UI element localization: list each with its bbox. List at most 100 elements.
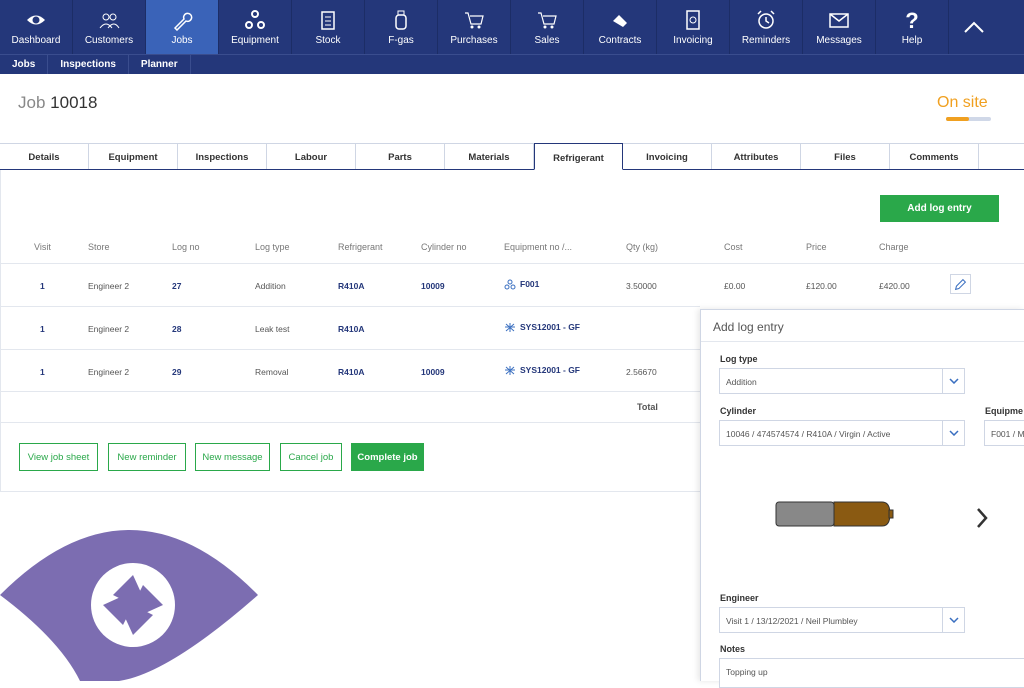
nav-help[interactable]: ? Help [876,0,949,54]
table-row[interactable]: 1 Engineer 2 27 Addition R410A 10009 F001 3.500… [0,263,1024,306]
nav-reminders[interactable]: Reminders [730,0,803,54]
column-header[interactable]: Charge [879,242,909,252]
nav-label: Reminders [741,35,791,46]
nav-purchases[interactable]: Purchases [438,0,511,54]
cylinder-select[interactable]: 10046 / 474574574 / R410A / Virgin / Act… [719,420,965,446]
pencil-icon [954,278,967,290]
tab-labour[interactable]: Labour [267,144,356,169]
cell-store: Engineer 2 [88,324,130,334]
tab-inspections[interactable]: Inspections [178,144,267,169]
cell-log-no[interactable]: 27 [172,281,181,291]
column-header[interactable]: Visit [34,242,51,252]
nav-sales[interactable]: Sales [511,0,584,54]
collapse-nav-button[interactable] [949,0,999,54]
nav-dashboard[interactable]: Dashboard [0,0,73,54]
nav-label: F-gas [388,35,414,46]
nav-jobs[interactable]: Jobs [146,0,219,54]
view-job-sheet-button[interactable]: View job sheet [19,443,98,471]
tab-files[interactable]: Files [801,144,890,169]
cell-cylinder[interactable]: 10009 [421,281,445,291]
nav-fgas[interactable]: F-gas [365,0,438,54]
subnav-jobs[interactable]: Jobs [0,55,49,74]
cell-log-no[interactable]: 29 [172,367,181,377]
nav-label: Purchases [450,35,498,46]
nav-contracts[interactable]: Contracts [584,0,657,54]
table-row[interactable]: 1 Engineer 2 28 Leak test R410A SYS12001 - GF [0,306,700,349]
new-reminder-button[interactable]: New reminder [108,443,186,471]
cell-refrigerant[interactable]: R410A [338,367,364,377]
tab-invoicing[interactable]: Invoicing [623,144,712,169]
cell-equipment[interactable]: F001 [504,279,539,290]
tab-details[interactable]: Details [0,144,89,169]
subnav-planner[interactable]: Planner [129,55,191,74]
chevron-right-icon[interactable] [975,507,989,529]
notes-label: Notes [720,644,746,654]
cell-visit[interactable]: 1 [40,367,45,377]
cancel-job-button[interactable]: Cancel job [280,443,342,471]
cell-refrigerant[interactable]: R410A [338,281,364,291]
envelope-icon [829,13,849,28]
cell-equipment[interactable]: SYS12001 - GF [504,365,580,376]
nav-invoicing[interactable]: Invoicing [657,0,730,54]
cylinder-label: Cylinder [720,406,757,416]
cell-equipment[interactable]: SYS12001 - GF [504,322,580,333]
status-progress [946,117,991,121]
clipboard-icon [321,11,335,30]
complete-job-button[interactable]: Complete job [351,443,424,471]
add-log-entry-button[interactable]: Add log entry [880,195,999,222]
cell-refrigerant[interactable]: R410A [338,324,364,334]
log-type-label: Log type [720,354,758,364]
tab-bar: Details Equipment Inspections Labour Parts Ma… [0,143,1024,170]
column-header[interactable]: Store [88,242,110,252]
engineer-select[interactable]: Visit 1 / 13/12/2021 / Neil Plumbley [719,607,965,633]
nav-label: Invoicing [673,35,713,46]
nav-label: Messages [816,35,862,46]
cell-cylinder[interactable]: 10009 [421,367,445,377]
column-header[interactable]: Equipment no /... [504,242,572,252]
table-row[interactable]: 1 Engineer 2 29 Removal R410A 10009 SYS12001 -… [0,349,700,392]
users-icon [99,13,120,29]
cart-icon [465,12,484,29]
alarm-clock-icon [757,10,775,29]
column-header[interactable]: Log no [172,242,200,252]
column-header[interactable]: Price [806,242,827,252]
equipment-label: Equipme [985,406,1024,416]
cell-charge: £420.00 [879,281,910,291]
cell-visit[interactable]: 1 [40,281,45,291]
column-header[interactable]: Cost [724,242,743,252]
equipment-select[interactable]: F001 / M [984,420,1024,446]
nav-messages[interactable]: Messages [803,0,876,54]
tab-equipment[interactable]: Equipment [89,144,178,169]
notes-field[interactable]: Topping up [719,658,1024,688]
top-navigation: Dashboard Customers Jobs Equipment Stock F-ga… [0,0,1024,54]
subnav-inspections[interactable]: Inspections [48,55,129,74]
column-header[interactable]: Cylinder no [421,242,467,252]
tab-refrigerant[interactable]: Refrigerant [534,143,623,170]
cell-visit[interactable]: 1 [40,324,45,334]
chevron-down-icon [942,369,964,393]
nav-label: Dashboard [11,35,61,46]
column-header[interactable]: Refrigerant [338,242,383,252]
log-type-select[interactable]: Addition [719,368,965,394]
total-label: Total [637,402,658,412]
edit-button[interactable] [950,274,971,294]
tab-materials[interactable]: Materials [445,144,534,169]
nav-stock[interactable]: Stock [292,0,365,54]
cell-qty: 3.50000 [626,281,657,291]
tab-comments[interactable]: Comments [890,144,979,169]
tab-attributes[interactable]: Attributes [712,144,801,169]
cell-cost: £0.00 [724,281,746,291]
nav-equipment[interactable]: Equipment [219,0,292,54]
nav-label: Help [901,35,923,46]
nav-label: Contracts [598,35,642,46]
cell-log-no[interactable]: 28 [172,324,181,334]
tab-parts[interactable]: Parts [356,144,445,169]
molecule-icon [245,10,265,29]
nav-customers[interactable]: Customers [73,0,146,54]
cart-icon [538,12,557,29]
nav-label: Customers [84,35,134,46]
column-header[interactable]: Qty (kg) [626,242,658,252]
new-message-button[interactable]: New message [195,443,270,471]
column-header[interactable]: Log type [255,242,290,252]
eye-logo-icon [0,530,258,681]
